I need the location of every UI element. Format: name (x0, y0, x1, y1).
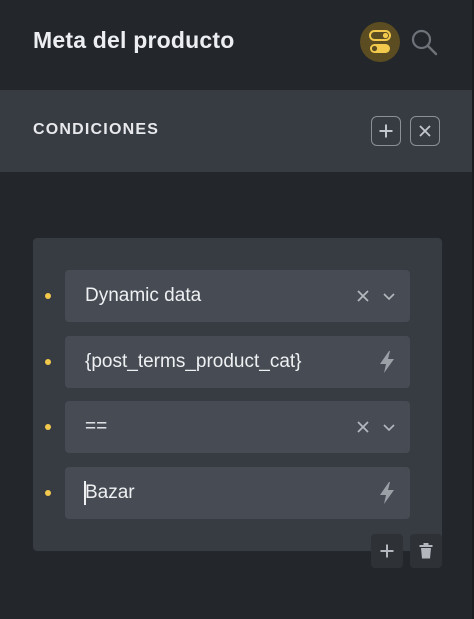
panel-title: Meta del producto (33, 27, 235, 53)
toggle-icon (368, 29, 392, 55)
condition-row: {post_terms_product_cat} (33, 336, 442, 388)
condition-value-input[interactable]: Bazar (65, 467, 410, 519)
add-condition-set-button[interactable] (371, 116, 401, 146)
condition-value-text: Bazar (85, 482, 135, 503)
condition-row: == (33, 401, 442, 453)
condition-key-select[interactable]: Dynamic data (65, 270, 410, 322)
row-bullet (45, 359, 51, 365)
condition-row: Bazar (33, 467, 442, 519)
clear-icon[interactable] (356, 420, 370, 434)
row-bullet (45, 293, 51, 299)
condition-key-value: Dynamic data (85, 285, 202, 306)
panel-header: Meta del producto (0, 0, 472, 88)
lightning-icon[interactable] (378, 350, 396, 374)
plus-icon (378, 123, 394, 139)
row-bullet (45, 424, 51, 430)
delete-condition-button[interactable] (410, 534, 442, 568)
section-title: CONDICIONES (33, 121, 160, 138)
compare-operator-select[interactable]: == (65, 401, 410, 453)
lightning-icon[interactable] (378, 481, 396, 505)
search-icon (410, 28, 438, 56)
conditions-section-bar: CONDICIONES (0, 90, 472, 172)
condition-card: Dynamic data {post_terms_product_cat} ==… (33, 238, 442, 551)
close-icon (418, 124, 432, 138)
plus-icon (379, 543, 395, 559)
clear-icon[interactable] (356, 289, 370, 303)
conditions-panel: Meta del producto CONDICIONES Dynamic da… (0, 0, 474, 619)
chevron-down-icon[interactable] (382, 422, 396, 432)
dynamic-tag-value: {post_terms_product_cat} (85, 351, 302, 372)
row-bullet (45, 490, 51, 496)
trash-icon (419, 543, 433, 559)
remove-conditions-button[interactable] (410, 116, 440, 146)
toggle-conditions-button[interactable] (360, 22, 400, 62)
compare-operator-value: == (85, 416, 108, 437)
dynamic-tag-input[interactable]: {post_terms_product_cat} (65, 336, 410, 388)
search-button[interactable] (408, 26, 440, 58)
add-condition-button[interactable] (371, 534, 403, 568)
condition-row: Dynamic data (33, 270, 442, 322)
chevron-down-icon[interactable] (382, 291, 396, 301)
